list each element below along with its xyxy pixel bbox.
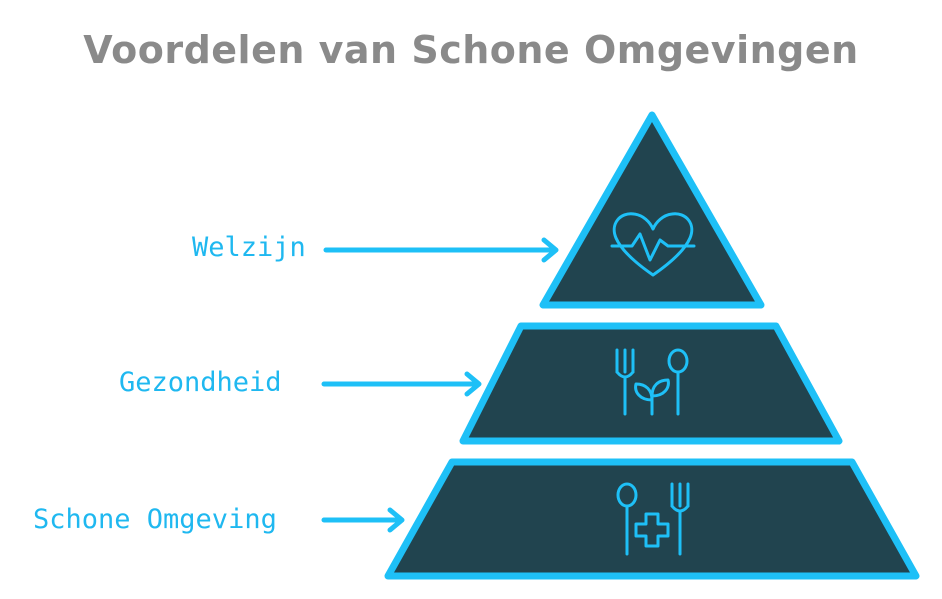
arrow-gezondheid [321, 371, 482, 397]
arrow-welzijn [323, 237, 559, 263]
pyramid-tier-middle [459, 322, 843, 445]
arrow-schone-omgeving [321, 507, 405, 533]
label-welzijn: Welzijn [192, 232, 306, 263]
pyramid-tier-top [539, 111, 765, 309]
label-gezondheid: Gezondheid [119, 367, 282, 398]
label-schone-omgeving: Schone Omgeving [33, 504, 277, 535]
pyramid-tier-bottom [384, 458, 920, 580]
